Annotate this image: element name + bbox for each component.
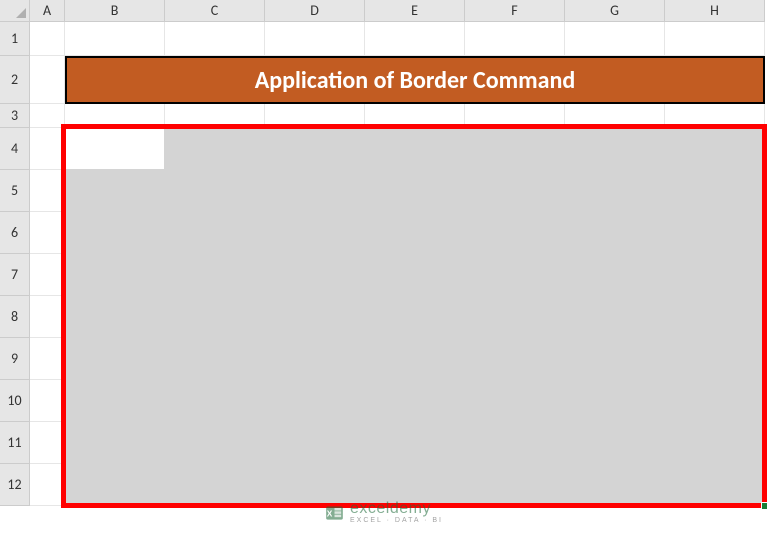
cell[interactable] [30, 254, 65, 296]
cell[interactable] [30, 56, 65, 104]
cell[interactable] [65, 22, 165, 56]
cell[interactable] [465, 22, 565, 56]
col-head-D[interactable]: D [265, 0, 365, 22]
fill-handle[interactable] [761, 502, 767, 510]
row-head-11[interactable]: 11 [0, 422, 30, 464]
cell[interactable] [565, 104, 665, 128]
cell[interactable] [30, 464, 65, 506]
cell[interactable] [30, 296, 65, 338]
watermark-sub: EXCEL · DATA · BI [350, 517, 443, 524]
col-head-F[interactable]: F [465, 0, 565, 22]
row-head-4[interactable]: 4 [0, 128, 30, 170]
row-head-2[interactable]: 2 [0, 56, 30, 104]
spreadsheet-grid: A B C D E F G H 1 2 Application of Borde… [0, 0, 767, 506]
cell[interactable] [30, 170, 65, 212]
col-head-E[interactable]: E [365, 0, 465, 22]
cell[interactable] [30, 422, 65, 464]
selection-border-highlight [61, 124, 767, 508]
cell[interactable] [565, 22, 665, 56]
cell[interactable] [30, 22, 65, 56]
svg-text:X: X [326, 508, 332, 518]
cell[interactable] [365, 22, 465, 56]
select-all-corner[interactable] [0, 0, 30, 22]
cell[interactable] [30, 212, 65, 254]
col-head-G[interactable]: G [565, 0, 665, 22]
row-head-6[interactable]: 6 [0, 212, 30, 254]
cell[interactable] [30, 104, 65, 128]
row-head-12[interactable]: 12 [0, 464, 30, 506]
row-head-8[interactable]: 8 [0, 296, 30, 338]
cell[interactable] [30, 380, 65, 422]
cell[interactable] [465, 104, 565, 128]
cell[interactable] [165, 22, 265, 56]
title-merged-cell[interactable]: Application of Border Command [65, 56, 765, 104]
row-head-1[interactable]: 1 [0, 22, 30, 56]
row-head-5[interactable]: 5 [0, 170, 30, 212]
cell[interactable] [665, 104, 765, 128]
cell[interactable] [65, 104, 165, 128]
cell[interactable] [30, 338, 65, 380]
cell[interactable] [165, 104, 265, 128]
active-cell[interactable] [64, 127, 164, 169]
row-head-9[interactable]: 9 [0, 338, 30, 380]
row-head-3[interactable]: 3 [0, 104, 30, 128]
cell[interactable] [265, 104, 365, 128]
selection-range[interactable] [64, 127, 766, 507]
row-head-10[interactable]: 10 [0, 380, 30, 422]
col-head-H[interactable]: H [665, 0, 765, 22]
col-head-C[interactable]: C [165, 0, 265, 22]
cell[interactable] [265, 22, 365, 56]
cell[interactable] [665, 22, 765, 56]
col-head-A[interactable]: A [30, 0, 65, 22]
row-head-7[interactable]: 7 [0, 254, 30, 296]
cell[interactable] [365, 104, 465, 128]
cell[interactable] [30, 128, 65, 170]
col-head-B[interactable]: B [65, 0, 165, 22]
